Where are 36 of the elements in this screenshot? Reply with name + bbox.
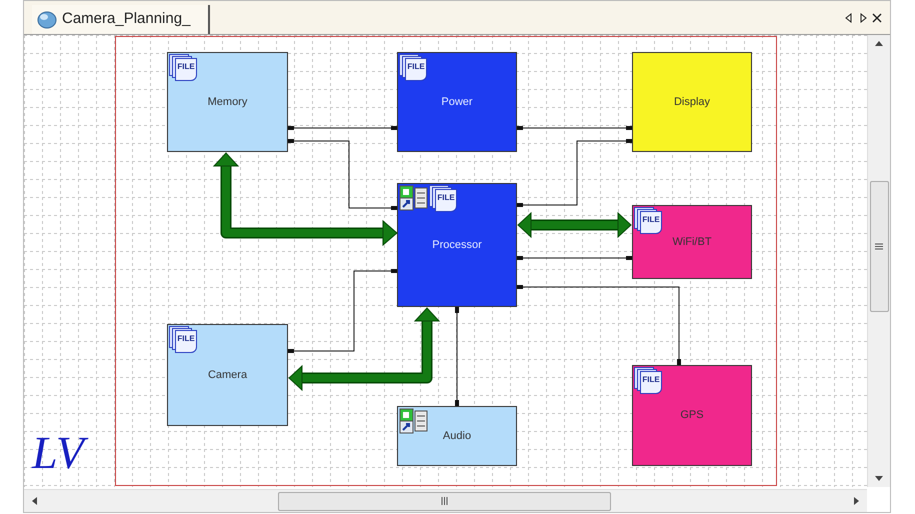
scroll-thumb[interactable]	[278, 492, 611, 510]
document-tab[interactable]: Camera_Planning_	[32, 5, 210, 34]
shortcut-icon	[399, 185, 429, 211]
vertical-scrollbar[interactable]	[867, 35, 890, 487]
left-arrow-icon[interactable]	[30, 496, 38, 506]
tab-title: Camera_Planning_	[62, 9, 192, 30]
down-arrow-icon[interactable]	[874, 475, 884, 483]
block-label: Display	[674, 94, 710, 110]
logo-text: LV	[30, 425, 94, 480]
diagram-block[interactable]: FILE Camera	[167, 324, 288, 426]
diagram-block[interactable]: FILE Power	[397, 52, 517, 152]
block-label: GPS	[680, 408, 704, 424]
block-label: Camera	[208, 368, 248, 383]
horizontal-scrollbar[interactable]	[24, 489, 867, 512]
diagram-block[interactable]: FILE WiFi/BT	[632, 205, 752, 279]
block-label: Processor	[432, 238, 482, 253]
block-label: Power	[441, 94, 473, 110]
grip-icon	[441, 497, 448, 505]
close-icon[interactable]	[872, 12, 882, 22]
diagram-block[interactable]: Audio	[397, 406, 517, 466]
diagram-canvas[interactable]: LV FILE Memory FILE Power Display FILE Processor FILE WiFi/BT FILE Camera Audio FILE GPS	[24, 35, 867, 487]
scroll-thumb[interactable]	[870, 180, 888, 312]
block-label: Memory	[208, 94, 248, 110]
scroll-left-icon[interactable]	[844, 12, 854, 22]
grip-icon	[875, 242, 883, 250]
block-label: WiFi/BT	[672, 234, 712, 250]
block-label: Audio	[442, 428, 472, 444]
diagram-block[interactable]: FILE Memory	[167, 52, 288, 152]
up-arrow-icon[interactable]	[874, 39, 884, 47]
diagram-block[interactable]: Display	[632, 52, 752, 152]
globe-icon	[36, 10, 58, 30]
scroll-right-icon[interactable]	[858, 12, 868, 22]
diagram-block[interactable]: FILE Processor	[397, 183, 517, 307]
right-arrow-icon[interactable]	[853, 496, 861, 506]
shortcut-icon	[399, 408, 429, 434]
diagram-block[interactable]: FILE GPS	[632, 365, 752, 466]
